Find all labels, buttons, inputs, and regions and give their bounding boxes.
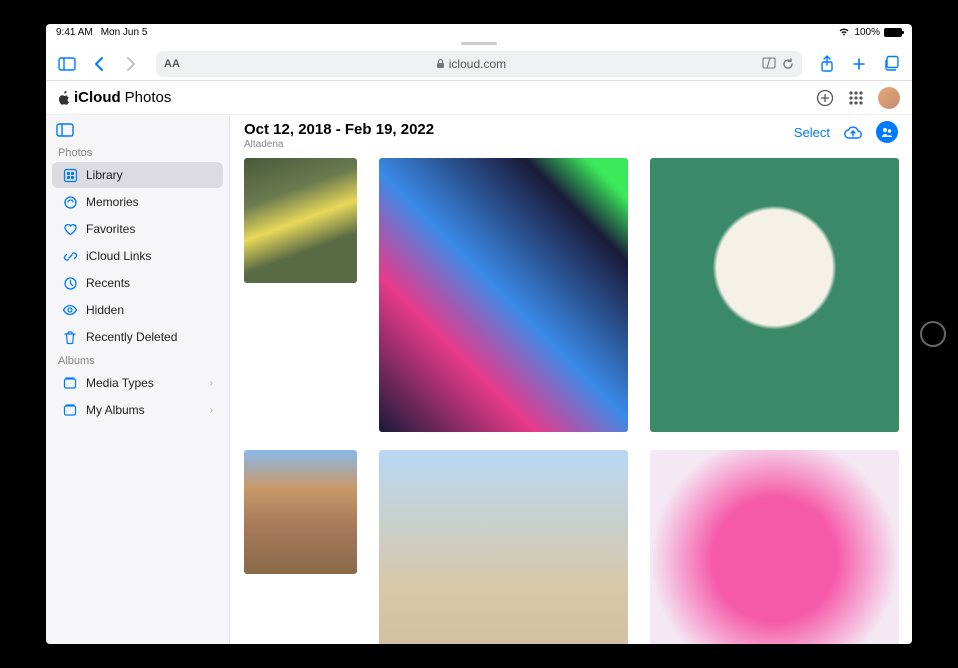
photos-library-icon xyxy=(62,167,78,183)
photo-thumbnail[interactable] xyxy=(379,450,628,644)
address-bar[interactable]: AA icloud.com xyxy=(156,51,802,77)
sidebar-item-icloud-links[interactable]: iCloud Links xyxy=(52,243,223,269)
upload-icon[interactable] xyxy=(842,121,864,143)
link-icon xyxy=(62,248,78,264)
sidebar-item-favorites[interactable]: Favorites xyxy=(52,216,223,242)
app-header: iCloud Photos xyxy=(46,81,912,115)
memories-icon xyxy=(62,194,78,210)
chevron-right-icon: › xyxy=(210,405,213,416)
sidebar-item-recents[interactable]: Recents xyxy=(52,270,223,296)
sidebar-item-hidden[interactable]: Hidden xyxy=(52,297,223,323)
chevron-right-icon: › xyxy=(210,378,213,389)
sidebar-label: Library xyxy=(86,168,123,182)
sidebar-section-photos: Photos xyxy=(46,143,229,161)
sidebar-label: Recents xyxy=(86,276,130,290)
url-text: icloud.com xyxy=(449,57,506,71)
main-content: Oct 12, 2018 - Feb 19, 2022 Altadena Sel… xyxy=(230,115,912,644)
photo-thumbnail[interactable] xyxy=(650,450,899,644)
status-bar: 9:41 AM Mon Jun 5 100% xyxy=(46,24,912,40)
safari-toolbar: AA icloud.com xyxy=(46,47,912,81)
battery-percent: 100% xyxy=(854,27,880,38)
sidebar-item-recently-deleted[interactable]: Recently Deleted xyxy=(52,324,223,350)
sidebar-label: iCloud Links xyxy=(86,249,151,263)
sidebar-label: Favorites xyxy=(86,222,135,236)
apple-logo-icon xyxy=(58,91,70,105)
sidebar-item-media-types[interactable]: Media Types › xyxy=(52,370,223,396)
photo-thumbnail[interactable] xyxy=(244,158,357,283)
shared-library-icon[interactable] xyxy=(876,121,898,143)
sidebar-item-memories[interactable]: Memories xyxy=(52,189,223,215)
add-icon[interactable] xyxy=(816,89,834,107)
lock-icon xyxy=(436,58,445,69)
select-button[interactable]: Select xyxy=(794,125,830,140)
eye-slash-icon xyxy=(62,302,78,318)
apps-grid-icon[interactable] xyxy=(848,90,864,106)
clock: 9:41 AM xyxy=(56,27,93,38)
sidebar-collapse-icon[interactable] xyxy=(46,121,229,143)
wifi-icon xyxy=(838,27,850,37)
back-button[interactable] xyxy=(86,51,112,77)
app-section: Photos xyxy=(125,89,172,106)
battery-icon xyxy=(884,28,902,37)
multitask-handle[interactable] xyxy=(461,42,497,45)
clock-icon xyxy=(62,275,78,291)
sidebar-label: Hidden xyxy=(86,303,124,317)
share-icon[interactable] xyxy=(814,51,840,77)
translate-icon[interactable] xyxy=(762,57,776,69)
photo-grid[interactable]: HDR xyxy=(230,154,912,644)
reload-icon[interactable] xyxy=(782,57,794,70)
tabs-icon[interactable] xyxy=(878,51,904,77)
trash-icon xyxy=(62,329,78,345)
sidebar-item-library[interactable]: Library xyxy=(52,162,223,188)
album-icon xyxy=(62,375,78,391)
account-avatar[interactable] xyxy=(878,87,900,109)
sidebar-label: My Albums xyxy=(86,403,145,417)
sidebar: Photos Library Memories Favorites iCloud… xyxy=(46,115,230,644)
sidebar-toggle-icon[interactable] xyxy=(54,51,80,77)
sidebar-section-albums: Albums xyxy=(46,351,229,369)
date-range-title: Oct 12, 2018 - Feb 19, 2022 xyxy=(244,121,434,138)
sidebar-label: Memories xyxy=(86,195,139,209)
location-subtitle: Altadena xyxy=(244,139,434,150)
home-button[interactable] xyxy=(920,321,946,347)
photo-thumbnail[interactable] xyxy=(650,158,899,432)
forward-button xyxy=(118,51,144,77)
new-tab-icon[interactable] xyxy=(846,51,872,77)
sidebar-item-my-albums[interactable]: My Albums › xyxy=(52,397,223,423)
sidebar-label: Media Types xyxy=(86,376,154,390)
date: Mon Jun 5 xyxy=(101,27,148,38)
sidebar-label: Recently Deleted xyxy=(86,330,177,344)
reader-aa-icon[interactable]: AA xyxy=(164,58,180,70)
heart-icon xyxy=(62,221,78,237)
photo-thumbnail[interactable] xyxy=(379,158,628,432)
photo-thumbnail[interactable] xyxy=(244,450,357,575)
app-brand: iCloud xyxy=(74,89,121,106)
album-icon xyxy=(62,402,78,418)
